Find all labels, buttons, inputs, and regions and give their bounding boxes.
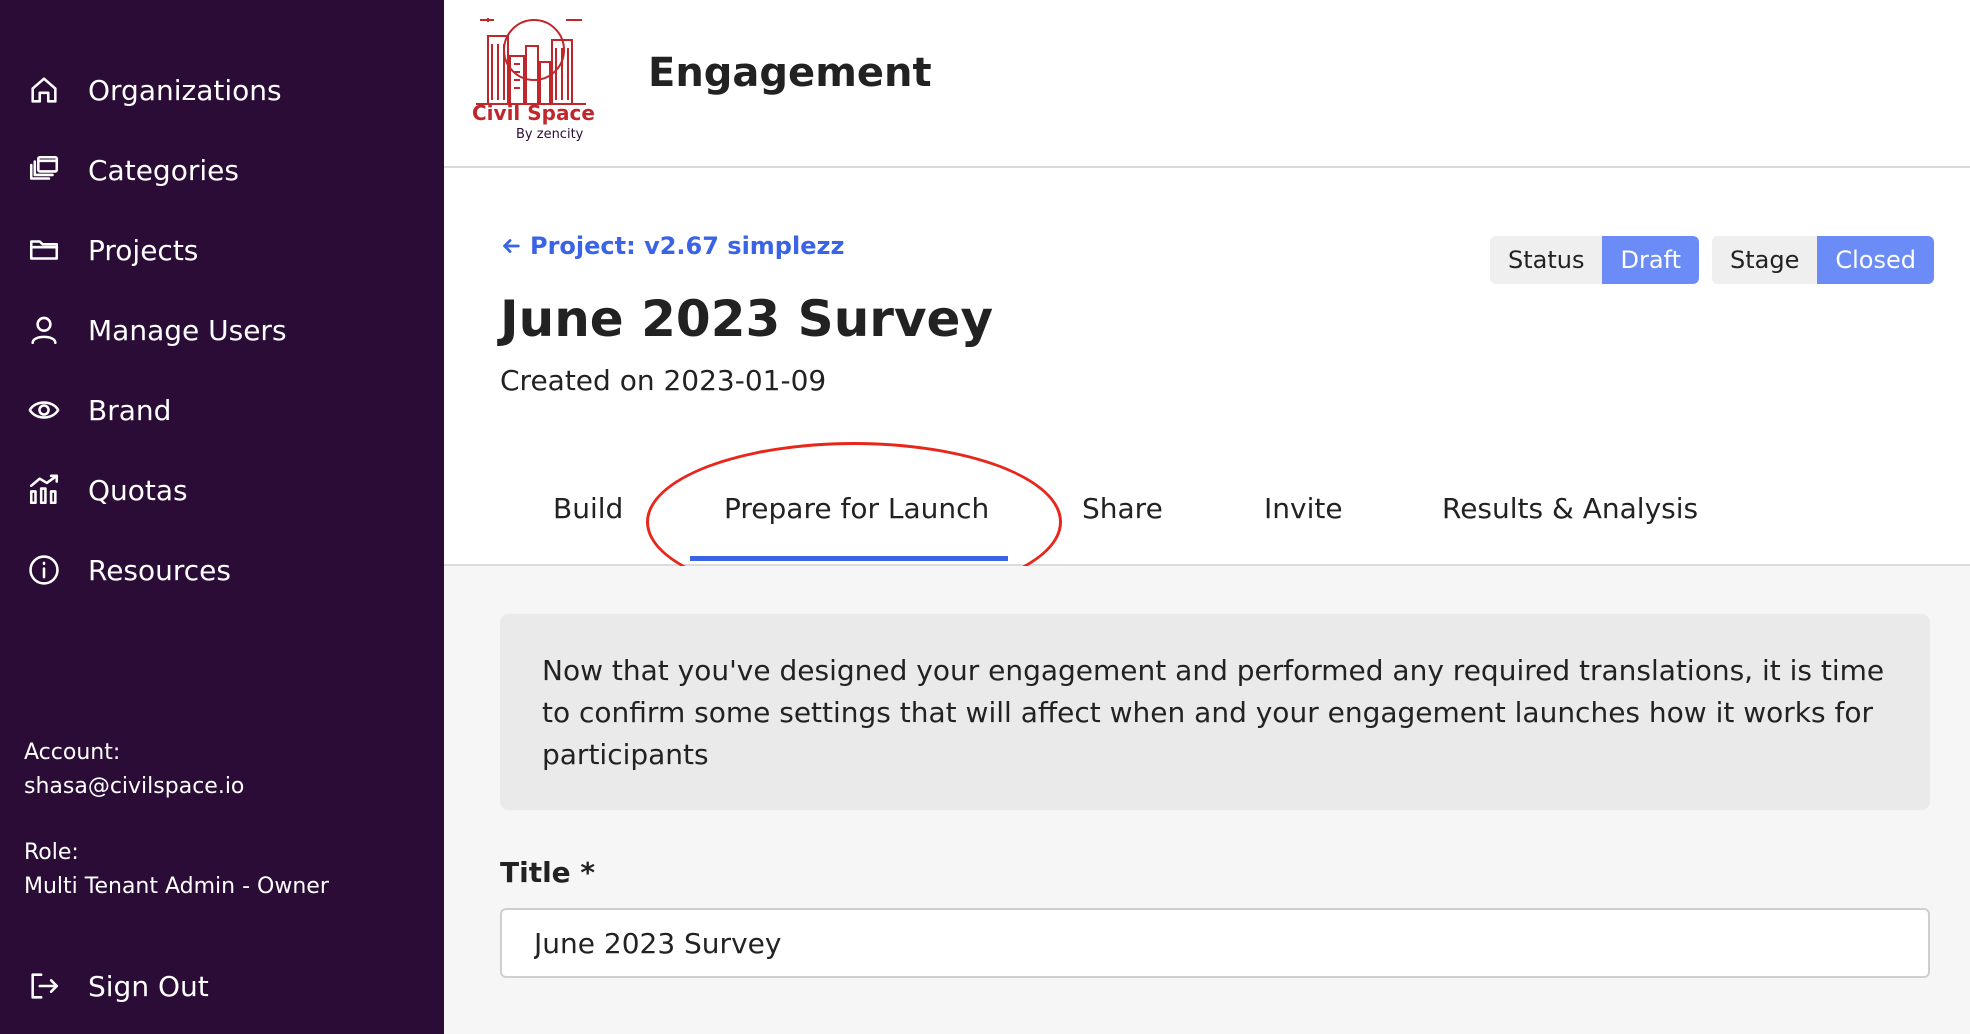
page-title: June 2023 Survey <box>500 290 994 348</box>
sidebar-item-organizations[interactable]: Organizations <box>24 60 282 120</box>
sidebar-item-label: Categories <box>88 153 239 187</box>
active-tab-indicator <box>690 556 1008 561</box>
home-icon <box>24 70 64 110</box>
sidebar-item-label: Resources <box>88 553 231 587</box>
sign-out-button[interactable]: Sign Out <box>24 956 209 1016</box>
eye-icon <box>24 390 64 430</box>
sidebar-item-label: Brand <box>88 393 172 427</box>
stage-value: Closed <box>1817 236 1934 284</box>
title-input[interactable] <box>500 908 1930 978</box>
tab-prepare-for-launch[interactable]: Prepare for Launch <box>724 492 989 525</box>
tab-results-analysis[interactable]: Results & Analysis <box>1442 492 1698 525</box>
sidebar-item-resources[interactable]: Resources <box>24 540 231 600</box>
status-label: Status <box>1490 236 1603 284</box>
stage-label: Stage <box>1712 236 1818 284</box>
top-header: Civil Space By zencity Engagement <box>444 0 1970 168</box>
sign-out-label: Sign Out <box>88 969 209 1003</box>
arrow-left-icon <box>503 239 520 253</box>
tab-bar: Build Prepare for Launch Share Invite Re… <box>444 470 1970 566</box>
role-value: Multi Tenant Admin - Owner <box>24 874 329 899</box>
app-title: Engagement <box>648 50 932 96</box>
tab-build[interactable]: Build <box>553 492 623 525</box>
status-badge: Status Draft <box>1490 236 1699 284</box>
back-link-label: Project: v2.67 simplezz <box>530 232 845 260</box>
sidebar-item-label: Quotas <box>88 473 188 507</box>
logo-text: Civil Space <box>472 101 594 125</box>
account-info: Account: shasa@civilspace.io <box>24 736 244 804</box>
sidebar-item-categories[interactable]: Categories <box>24 140 239 200</box>
folder-icon <box>24 230 64 270</box>
info-icon <box>24 550 64 590</box>
sidebar-item-label: Projects <box>88 233 199 267</box>
sign-out-icon <box>24 966 64 1006</box>
role-label: Role: <box>24 840 79 865</box>
bar-chart-icon <box>24 470 64 510</box>
title-field-label: Title * <box>500 856 596 889</box>
stage-badge: Stage Closed <box>1712 236 1934 284</box>
civil-space-logo[interactable]: Civil Space By zencity <box>470 12 595 142</box>
sidebar-item-brand[interactable]: Brand <box>24 380 171 440</box>
account-label: Account: <box>24 740 121 765</box>
user-icon <box>24 310 64 350</box>
sidebar-item-label: Manage Users <box>88 313 287 347</box>
sidebar: Organizations Categories Projects Manage… <box>0 0 444 1034</box>
role-info: Role: Multi Tenant Admin - Owner <box>24 836 329 904</box>
info-callout: Now that you've designed your engagement… <box>500 614 1930 810</box>
created-date: Created on 2023-01-09 <box>500 364 827 397</box>
sidebar-item-projects[interactable]: Projects <box>24 220 198 280</box>
stacked-windows-icon <box>24 150 64 190</box>
back-to-project-link[interactable]: Project: v2.67 simplezz <box>500 232 844 260</box>
status-value: Draft <box>1602 236 1699 284</box>
account-email: shasa@civilspace.io <box>24 774 245 799</box>
logo-subtext: By zencity <box>516 127 584 142</box>
sidebar-item-quotas[interactable]: Quotas <box>24 460 188 520</box>
sidebar-item-manage-users[interactable]: Manage Users <box>24 300 287 360</box>
tab-share[interactable]: Share <box>1082 492 1163 525</box>
sidebar-item-label: Organizations <box>88 73 282 107</box>
tab-invite[interactable]: Invite <box>1264 492 1343 525</box>
